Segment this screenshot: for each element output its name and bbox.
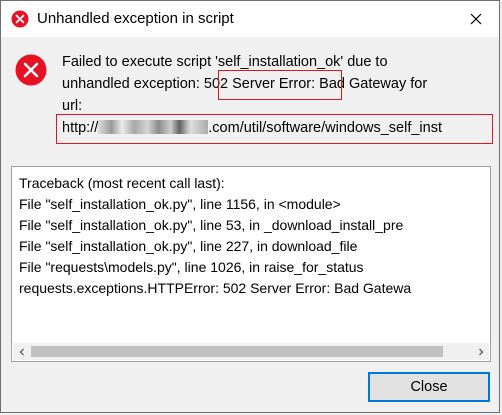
close-icon bbox=[470, 13, 482, 25]
traceback-line: File "self_installation_ok.py", line 115… bbox=[19, 196, 341, 212]
horizontal-scrollbar[interactable] bbox=[13, 343, 489, 360]
window-close-button[interactable] bbox=[459, 5, 493, 33]
message-line-2-prefix: unhandled exception: bbox=[62, 76, 204, 92]
chevron-left-icon bbox=[19, 348, 24, 355]
chevron-right-icon bbox=[478, 348, 483, 355]
traceback-line: File "requests\models.py", line 1026, in… bbox=[19, 259, 364, 275]
traceback-line: File "self_installation_ok.py", line 227… bbox=[19, 238, 358, 254]
title-bar[interactable]: Unhandled exception in script bbox=[1, 1, 499, 37]
error-icon bbox=[11, 10, 29, 28]
error-code-highlight-box bbox=[218, 70, 342, 100]
traceback-line: Traceback (most recent call last): bbox=[19, 175, 225, 191]
close-button[interactable]: Close bbox=[368, 372, 490, 402]
error-icon bbox=[15, 54, 47, 86]
traceback-line: requests.exceptions.HTTPError: 502 Serve… bbox=[19, 280, 412, 296]
traceback-textbox[interactable]: Traceback (most recent call last): File … bbox=[11, 166, 491, 362]
scroll-left-button[interactable] bbox=[13, 343, 30, 360]
traceback-line: File "self_installation_ok.py", line 53,… bbox=[19, 217, 404, 233]
scroll-right-button[interactable] bbox=[472, 343, 489, 360]
url-highlight-box bbox=[56, 114, 493, 144]
scrollbar-thumb[interactable] bbox=[31, 346, 443, 357]
window-title: Unhandled exception in script bbox=[37, 10, 234, 27]
error-dialog: Unhandled exception in script Failed to … bbox=[0, 0, 500, 413]
traceback-text: Traceback (most recent call last): File … bbox=[19, 173, 469, 299]
